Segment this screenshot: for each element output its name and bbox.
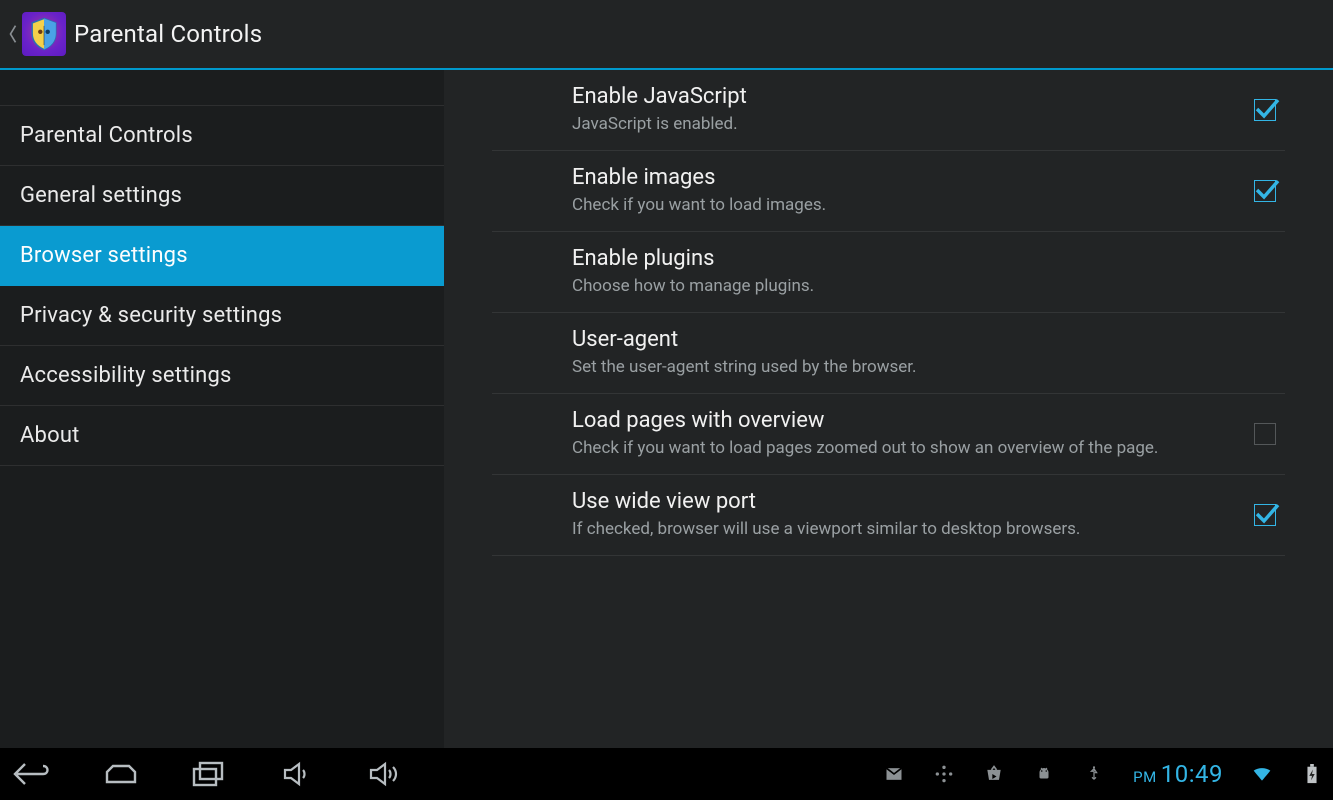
nav-back-button[interactable] bbox=[10, 758, 56, 790]
setting-subtitle: Choose how to manage plugins. bbox=[572, 275, 1221, 298]
back-icon[interactable] bbox=[6, 20, 20, 48]
setting-title: Enable images bbox=[572, 165, 1221, 190]
setting-subtitle: If checked, browser will use a viewport … bbox=[572, 518, 1221, 541]
setting-title: Enable JavaScript bbox=[572, 84, 1221, 109]
android-debug-icon[interactable] bbox=[1033, 763, 1055, 785]
sidebar-item-label: General settings bbox=[20, 183, 182, 208]
sidebar-item-label: Parental Controls bbox=[20, 123, 193, 148]
setting-subtitle: Check if you want to load images. bbox=[572, 194, 1221, 217]
sidebar-item-privacy-security-settings[interactable]: Privacy & security settings bbox=[0, 286, 444, 346]
sidebar-item-label: Browser settings bbox=[20, 243, 188, 268]
nav-home-button[interactable] bbox=[98, 758, 144, 790]
setting-enable-javascript[interactable]: Enable JavaScript JavaScript is enabled. bbox=[492, 70, 1285, 151]
sidebar-spacer bbox=[0, 70, 444, 106]
system-navbar: PM 10:49 bbox=[0, 748, 1333, 800]
status-clock[interactable]: PM 10:49 bbox=[1133, 760, 1223, 788]
app-notification-icon[interactable] bbox=[933, 763, 955, 785]
usb-icon[interactable] bbox=[1083, 763, 1105, 785]
gmail-icon[interactable] bbox=[883, 763, 905, 785]
setting-user-agent[interactable]: User-agent Set the user-agent string use… bbox=[492, 313, 1285, 394]
checkbox-icon[interactable] bbox=[1254, 99, 1276, 121]
setting-load-pages-overview[interactable]: Load pages with overview Check if you wa… bbox=[492, 394, 1285, 475]
setting-use-wide-viewport[interactable]: Use wide view port If checked, browser w… bbox=[492, 475, 1285, 556]
play-store-icon[interactable] bbox=[983, 763, 1005, 785]
setting-title: User-agent bbox=[572, 327, 1221, 352]
settings-panel: Enable JavaScript JavaScript is enabled.… bbox=[444, 70, 1333, 748]
setting-subtitle: Set the user-agent string used by the br… bbox=[572, 356, 1221, 379]
sidebar: Parental Controls General settings Brows… bbox=[0, 70, 444, 748]
sidebar-item-parental-controls[interactable]: Parental Controls bbox=[0, 106, 444, 166]
action-bar: Parental Controls bbox=[0, 0, 1333, 70]
setting-title: Load pages with overview bbox=[572, 408, 1221, 433]
wifi-icon bbox=[1251, 763, 1273, 785]
sidebar-item-label: Privacy & security settings bbox=[20, 303, 282, 328]
app-icon[interactable] bbox=[22, 12, 66, 56]
nav-volume-down-button[interactable] bbox=[274, 758, 320, 790]
sidebar-item-about[interactable]: About bbox=[0, 406, 444, 466]
sidebar-item-label: About bbox=[20, 423, 80, 448]
setting-enable-plugins[interactable]: Enable plugins Choose how to manage plug… bbox=[492, 232, 1285, 313]
setting-title: Enable plugins bbox=[572, 246, 1221, 271]
clock-ampm: PM bbox=[1133, 768, 1157, 786]
setting-enable-images[interactable]: Enable images Check if you want to load … bbox=[492, 151, 1285, 232]
page-title: Parental Controls bbox=[74, 20, 262, 48]
sidebar-item-label: Accessibility settings bbox=[20, 363, 232, 388]
battery-charging-icon bbox=[1301, 763, 1323, 785]
setting-subtitle: Check if you want to load pages zoomed o… bbox=[572, 437, 1221, 460]
nav-volume-up-button[interactable] bbox=[362, 758, 408, 790]
checkbox-icon[interactable] bbox=[1254, 180, 1276, 202]
clock-time: 10:49 bbox=[1161, 760, 1223, 788]
sidebar-item-browser-settings[interactable]: Browser settings bbox=[0, 226, 444, 286]
checkbox-icon[interactable] bbox=[1254, 423, 1276, 445]
checkbox-icon[interactable] bbox=[1254, 504, 1276, 526]
sidebar-item-general-settings[interactable]: General settings bbox=[0, 166, 444, 226]
setting-subtitle: JavaScript is enabled. bbox=[572, 113, 1221, 136]
setting-title: Use wide view port bbox=[572, 489, 1221, 514]
sidebar-item-accessibility-settings[interactable]: Accessibility settings bbox=[0, 346, 444, 406]
nav-recent-button[interactable] bbox=[186, 758, 232, 790]
